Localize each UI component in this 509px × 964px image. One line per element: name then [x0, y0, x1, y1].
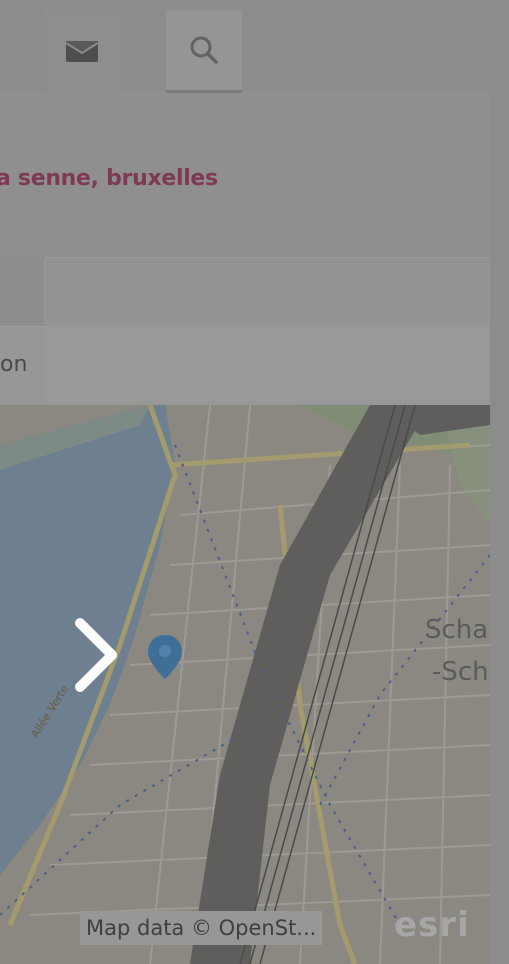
- search-button[interactable]: [166, 10, 242, 93]
- location-field-input[interactable]: [44, 328, 488, 402]
- mail-button[interactable]: [44, 10, 120, 92]
- map-label-district-2: -Sch: [432, 657, 489, 687]
- map-attribution[interactable]: Map data © OpenSt...: [80, 911, 323, 945]
- text-input-field[interactable]: [44, 257, 509, 325]
- top-toolbar: [0, 0, 509, 93]
- app-page: a senne, bruxelles on Scha -Sch Allée Ve…: [0, 0, 509, 964]
- esri-logo: esri: [394, 905, 470, 945]
- map-pin-icon[interactable]: [146, 633, 184, 681]
- location-title: a senne, bruxelles: [0, 166, 218, 191]
- field-strip: [0, 257, 44, 325]
- chevron-right-icon[interactable]: [70, 615, 124, 695]
- location-field-label: on: [0, 352, 28, 377]
- map-view[interactable]: Scha -Sch Allée Verte Map data © OpenSt.…: [0, 405, 490, 964]
- search-icon: [189, 35, 219, 65]
- map-label-district-1: Scha: [425, 615, 489, 645]
- scroll-gutter: [490, 92, 509, 964]
- envelope-icon: [65, 38, 99, 64]
